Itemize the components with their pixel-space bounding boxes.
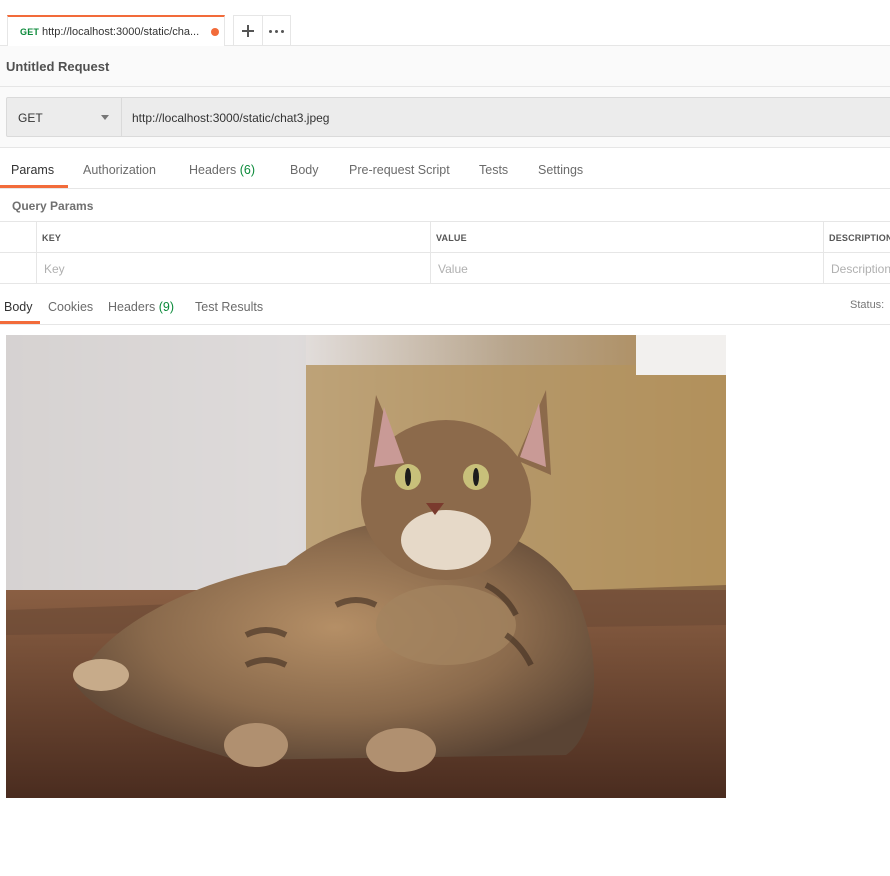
description-header-label: DESCRIPTION [829, 233, 890, 243]
request-title[interactable]: Untitled Request [6, 59, 109, 74]
tab-authorization[interactable]: Authorization [83, 163, 156, 177]
query-params-label: Query Params [12, 199, 94, 213]
url-value: http://localhost:3000/static/chat3.jpeg [132, 111, 330, 125]
tab-settings[interactable]: Settings [538, 163, 583, 177]
more-tabs-button[interactable] [261, 16, 290, 46]
response-headers-count: (9) [158, 300, 175, 314]
tab-params[interactable]: Params [11, 163, 54, 177]
key-placeholder: Key [44, 262, 65, 276]
key-header-label: KEY [42, 233, 62, 243]
cat-photo [6, 335, 726, 798]
active-response-tab-indicator [0, 321, 40, 324]
description-placeholder: Description [831, 262, 890, 276]
request-tab[interactable]: GET http://localhost:3000/static/cha... [7, 15, 225, 46]
more-icon [268, 29, 284, 33]
method-value: GET [18, 111, 43, 125]
tab-strip: GET http://localhost:3000/static/cha... [0, 0, 890, 46]
response-image-preview [6, 335, 726, 798]
key-input[interactable]: Key [36, 253, 431, 284]
description-input[interactable]: Description [823, 253, 890, 284]
response-tab-cookies[interactable]: Cookies [48, 300, 93, 314]
value-placeholder: Value [438, 262, 468, 276]
tab-tests[interactable]: Tests [479, 163, 508, 177]
tab-actions [233, 15, 291, 46]
response-tab-headers[interactable]: Headers (9) [108, 300, 174, 314]
method-select[interactable]: GET [6, 97, 122, 137]
unsaved-dot-icon [211, 28, 219, 36]
params-table: KEY VALUE DESCRIPTION Key Value Descript… [0, 221, 890, 284]
key-column-header: KEY [36, 222, 431, 253]
tab-pre-request-script[interactable]: Pre-request Script [349, 163, 450, 177]
response-tab-body[interactable]: Body [4, 300, 33, 314]
description-column-header: DESCRIPTION [823, 222, 890, 253]
response-headers-label: Headers [108, 300, 156, 314]
new-tab-button[interactable] [234, 16, 262, 46]
url-bar: GET http://localhost:3000/static/chat3.j… [0, 87, 890, 148]
tab-method: GET [20, 27, 40, 37]
tab-headers-label: Headers [189, 163, 237, 177]
response-tabs: Body Cookies Headers (9) Test Results St… [0, 284, 890, 325]
value-header-label: VALUE [436, 233, 467, 243]
tab-body[interactable]: Body [290, 163, 319, 177]
caret-down-icon [101, 115, 109, 120]
tab-headers[interactable]: Headers (6) [189, 163, 255, 177]
value-input[interactable]: Value [430, 253, 824, 284]
status-label: Status: [850, 299, 885, 311]
value-column-header: VALUE [430, 222, 824, 253]
active-tab-indicator [0, 185, 68, 188]
tab-headers-count: (6) [239, 163, 256, 177]
request-title-bar: Untitled Request [0, 46, 890, 87]
plus-icon [241, 25, 254, 37]
url-input[interactable]: http://localhost:3000/static/chat3.jpeg [121, 97, 890, 137]
params-header-row: KEY VALUE DESCRIPTION [0, 222, 890, 253]
response-tab-test-results[interactable]: Test Results [195, 300, 263, 314]
request-tabs: Params Authorization Headers (6) Body Pr… [0, 148, 890, 189]
params-row: Key Value Description [0, 253, 890, 284]
tab-title: http://localhost:3000/static/cha... [42, 26, 200, 38]
